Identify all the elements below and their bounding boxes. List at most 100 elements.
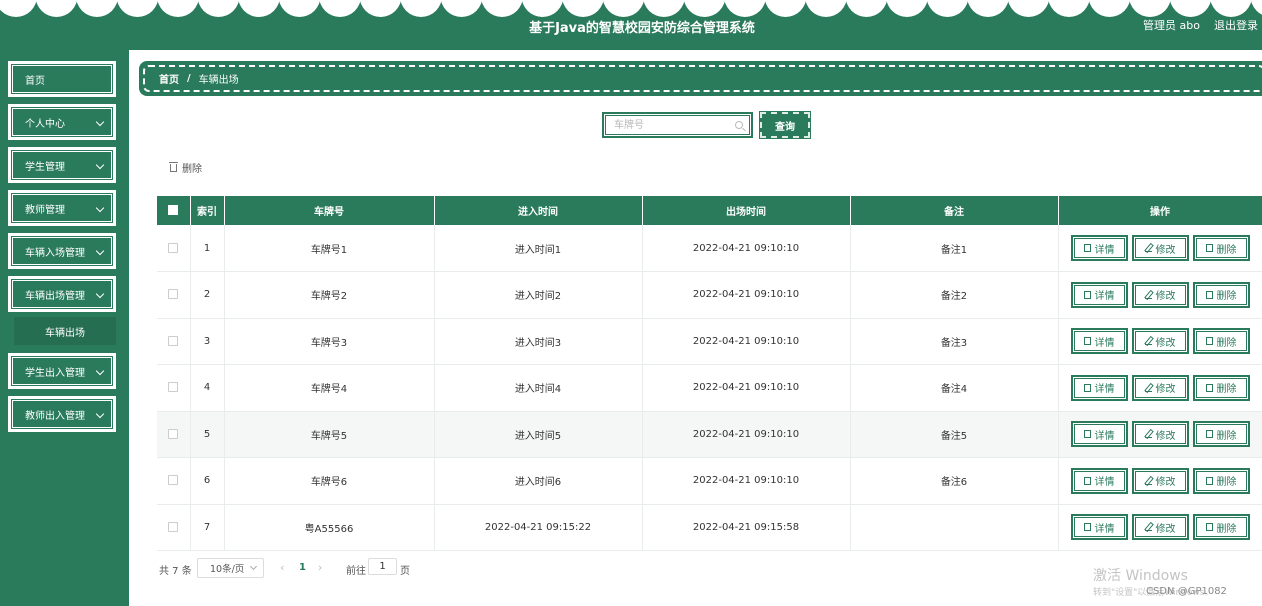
edit-label: 修改 [1155, 430, 1176, 442]
index-cell: 6 [190, 457, 225, 505]
detail-button[interactable]: 详情 [1070, 374, 1128, 401]
scallop [926, 0, 969, 17]
sidebar-subitem-vehicle-exit[interactable]: 车辆出场 [14, 317, 116, 345]
edit-button[interactable]: 修改 [1131, 514, 1189, 541]
select-all-checkbox[interactable] [168, 205, 179, 215]
delete-button[interactable]: 删除 [1192, 421, 1250, 448]
detail-button[interactable]: 详情 [1070, 281, 1128, 308]
exit-time-cell: 2022-04-21 09:15:58 [642, 504, 851, 551]
entry-time-cell: 进入时间4 [434, 364, 643, 412]
edit-label: 修改 [1155, 384, 1176, 396]
delete-label: 删除 [1216, 291, 1237, 303]
select-all-cell [157, 196, 191, 225]
system-title: 基于Java的智慧校园安防综合管理系统 [529, 21, 755, 36]
edit-button[interactable]: 修改 [1131, 374, 1189, 401]
scallop [1088, 0, 1131, 17]
chevron-down-icon [95, 366, 105, 376]
sidebar-item-personal-center[interactable]: 个人中心 [8, 104, 116, 140]
sidebar-item-vehicle-exit[interactable]: 车辆出场管理 [8, 276, 116, 312]
delete-button[interactable]: 删除 [1192, 235, 1250, 261]
chevron-down-icon [95, 289, 105, 299]
note-cell: 备注4 [850, 364, 1059, 412]
row-checkbox[interactable] [168, 242, 179, 253]
row-checkbox[interactable] [168, 335, 179, 346]
scallop [481, 0, 523, 17]
index-cell: 4 [190, 364, 225, 412]
detail-button[interactable]: 详情 [1070, 514, 1128, 541]
note-cell: 备注6 [850, 457, 1059, 505]
row-checkbox[interactable] [168, 382, 179, 393]
sidebar-item-teacher-management[interactable]: 教师管理 [8, 190, 116, 226]
detail-button[interactable]: 详情 [1070, 235, 1128, 261]
plate-cell: 车牌号1 [224, 225, 435, 272]
row-checkbox[interactable] [168, 521, 179, 532]
exit-time-cell: 2022-04-21 09:10:10 [642, 411, 851, 458]
detail-button[interactable]: 详情 [1070, 467, 1128, 494]
pencil-icon [1144, 384, 1152, 392]
chevron-down-icon [95, 409, 105, 419]
breadcrumb-home[interactable]: 首页 [159, 71, 179, 86]
delete-button[interactable]: 删除 [1192, 328, 1250, 355]
plate-cell: 粤A55566 [224, 504, 435, 551]
exit-time-cell: 2022-04-21 09:10:10 [642, 271, 851, 319]
pencil-icon [1144, 291, 1152, 299]
table-row: 4 车牌号4 进入时间4 2022-04-21 09:10:10 备注4 详情 修改 删除 [157, 364, 1262, 412]
delete-button[interactable]: 删除 [1192, 514, 1250, 541]
sidebar-item-home[interactable]: 首页 [8, 61, 116, 97]
row-checkbox[interactable] [168, 289, 179, 300]
row-checkbox[interactable] [168, 428, 179, 439]
delete-label: 删除 [1216, 244, 1237, 256]
goto-label: 前往 [346, 566, 366, 577]
delete-label: 删除 [1216, 384, 1237, 396]
edit-button[interactable]: 修改 [1131, 281, 1189, 308]
detail-label: 详情 [1094, 523, 1115, 535]
sidebar-item-student-access[interactable]: 学生出入管理 [8, 353, 116, 389]
delete-button[interactable]: 删除 [1192, 467, 1250, 494]
index-cell: 7 [190, 504, 225, 551]
trash-icon [1205, 523, 1213, 532]
query-button[interactable]: 查询 [759, 111, 811, 139]
delete-button[interactable]: 删除 [1192, 281, 1250, 308]
breadcrumb-current: 车辆出场 [198, 75, 239, 86]
edit-button[interactable]: 修改 [1131, 235, 1189, 261]
delete-button[interactable]: 删除 [1192, 374, 1250, 401]
row-select-cell [157, 271, 191, 319]
pencil-icon [1144, 523, 1152, 532]
edit-label: 修改 [1155, 244, 1176, 256]
row-checkbox[interactable] [168, 475, 179, 486]
csdn-watermark: CSDN @GP1082 [1146, 586, 1227, 597]
sidebar-item-vehicle-entry[interactable]: 车辆入场管理 [8, 233, 116, 269]
logout-link[interactable]: 退出登录 [1214, 17, 1258, 33]
pencil-icon [1144, 244, 1152, 252]
chevron-down-icon [95, 160, 105, 170]
bulk-delete-button[interactable]: 删除 [169, 160, 202, 175]
index-cell: 2 [190, 271, 225, 319]
edit-button[interactable]: 修改 [1131, 421, 1189, 448]
chevron-down-icon [95, 203, 105, 213]
table-row: 2 车牌号2 进入时间2 2022-04-21 09:10:10 备注2 详情 修改 删除 [157, 271, 1262, 319]
detail-button[interactable]: 详情 [1070, 328, 1128, 355]
exit-time-cell: 2022-04-21 09:10:10 [642, 225, 851, 272]
plate-cell: 车牌号6 [224, 457, 435, 505]
scallop [1169, 0, 1212, 17]
edit-button[interactable]: 修改 [1131, 328, 1189, 355]
plate-search-input[interactable] [614, 119, 734, 131]
index-cell: 3 [190, 318, 225, 365]
page-size-select[interactable]: 10条/页 [197, 558, 264, 578]
next-page-button[interactable]: › [318, 561, 322, 574]
detail-button[interactable]: 详情 [1070, 421, 1128, 448]
page-number-1[interactable]: 1 [299, 562, 306, 573]
sidebar-item-student-management[interactable]: 学生管理 [8, 147, 116, 183]
sidebar-item-label: 学生管理 [25, 161, 65, 173]
edit-button[interactable]: 修改 [1131, 467, 1189, 494]
document-icon [1083, 523, 1091, 532]
sidebar-item-teacher-access[interactable]: 教师出入管理 [8, 396, 116, 432]
goto-page-input[interactable] [368, 558, 397, 575]
edit-label: 修改 [1155, 477, 1176, 489]
column-header: 出场时间 [642, 196, 851, 225]
chevron-down-icon [95, 117, 105, 127]
index-cell: 1 [190, 225, 225, 272]
scallop [0, 0, 37, 17]
breadcrumb: 首页 / 车辆出场 [139, 61, 1262, 96]
prev-page-button[interactable]: ‹ [280, 561, 284, 574]
